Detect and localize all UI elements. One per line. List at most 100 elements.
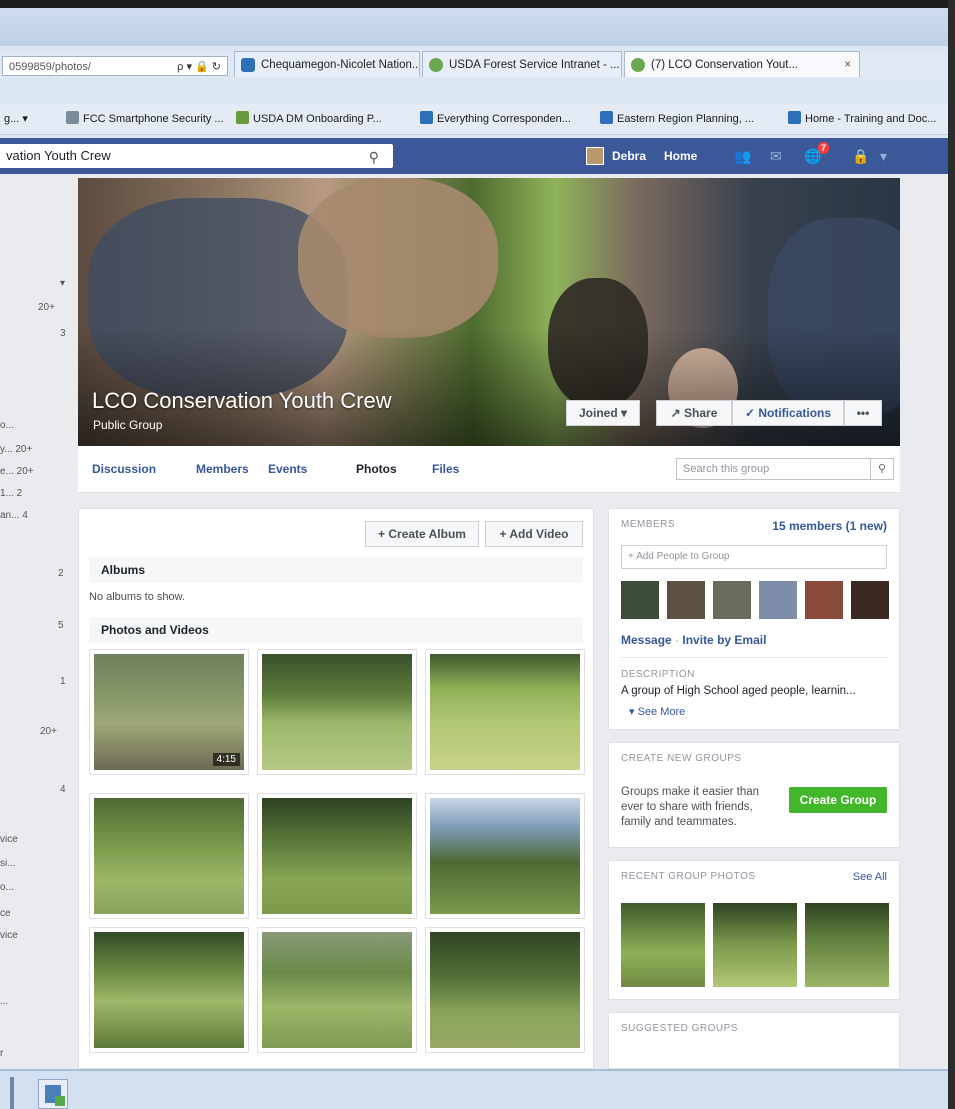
sidebar-count[interactable]: ▾ (60, 278, 65, 289)
favorite-item[interactable]: Everything Corresponden... (420, 110, 571, 128)
sidebar-count[interactable]: 20+ (40, 726, 57, 737)
account-menu-chevron-down-icon[interactable]: ▾ (880, 148, 898, 164)
group-search-input[interactable]: Search this group ⚲ (676, 458, 894, 480)
sidebar-item[interactable]: o... (0, 882, 14, 893)
profile-link[interactable]: Debra (612, 138, 646, 174)
tab-close-icon[interactable]: × (844, 52, 851, 77)
sidebar-item[interactable]: ce (0, 908, 11, 919)
address-bar[interactable]: 0599859/photos/ ρ ▾ 🔒 ↻ (2, 56, 228, 76)
cover-photo[interactable]: LCO Conservation Youth Crew Public Group… (78, 178, 900, 446)
recent-photo[interactable] (805, 903, 889, 987)
tab-files[interactable]: Files (432, 446, 459, 492)
message-link[interactable]: Message (621, 633, 672, 647)
more-options-button[interactable]: ••• (844, 400, 882, 426)
tab-events[interactable]: Events (268, 446, 307, 492)
sidebar-count[interactable]: 20+ (38, 302, 55, 313)
recent-photo[interactable] (713, 903, 797, 987)
notifications-button[interactable]: ✓ Notifications (732, 400, 844, 426)
no-albums-text: No albums to show. (89, 591, 185, 603)
sidebar-item[interactable]: vice (0, 930, 18, 941)
create-group-button[interactable]: Create Group (789, 787, 887, 813)
address-tools-icon[interactable]: ρ ▾ 🔒 ↻ (177, 57, 221, 75)
add-people-input[interactable]: + Add People to Group (621, 545, 887, 569)
separator: · (675, 633, 680, 647)
favorites-bar: g... ▾ FCC Smartphone Security ... USDA … (0, 104, 948, 135)
group-search-placeholder: Search this group (683, 463, 770, 475)
member-avatar[interactable] (621, 581, 659, 619)
member-avatar[interactable] (759, 581, 797, 619)
create-groups-card: CREATE NEW GROUPS Groups make it easier … (608, 742, 900, 848)
taskbar-app-icon[interactable] (38, 1079, 68, 1109)
sidebar-item[interactable]: si... (0, 858, 16, 869)
avatar[interactable] (586, 147, 604, 165)
photo-thumbnail[interactable] (257, 793, 417, 919)
photo-thumbnail[interactable] (257, 649, 417, 775)
browser-tab-chequamegon[interactable]: Chequamegon-Nicolet Nation... (234, 51, 420, 77)
home-link[interactable]: Home (664, 138, 697, 174)
favorite-item[interactable]: g... ▾ (4, 110, 28, 128)
joined-button[interactable]: Joined ▾ (566, 400, 640, 426)
sidebar-count[interactable]: 2 (58, 568, 64, 579)
thumbnail-image (430, 654, 580, 770)
share-button[interactable]: ↗ Share (656, 400, 732, 426)
favorite-item[interactable]: FCC Smartphone Security ... (66, 110, 224, 128)
sidebar-count[interactable]: 4 (60, 784, 66, 795)
sidebar-count[interactable]: o... (0, 420, 14, 431)
sidebar-item[interactable]: r (0, 1048, 3, 1059)
privacy-shortcuts-icon[interactable]: 🔒 (852, 148, 870, 164)
video-thumbnail[interactable]: 4:15 (89, 649, 249, 775)
members-count-link[interactable]: 15 members (1 new) (772, 519, 887, 533)
browser-tab-lco[interactable]: (7) LCO Conservation Yout... × (624, 51, 860, 77)
cover-gradient (78, 328, 900, 446)
sidebar-count[interactable]: e... 20+ (0, 466, 34, 477)
member-avatar[interactable] (667, 581, 705, 619)
see-all-link[interactable]: See All (853, 871, 887, 883)
tab-favicon-icon (631, 58, 645, 72)
tab-members[interactable]: Members (196, 446, 249, 492)
thumbnail-image (262, 932, 412, 1048)
sidebar-count[interactable]: 1 (60, 676, 66, 687)
tab-label: (7) LCO Conservation Yout... (651, 59, 799, 71)
invite-by-email-link[interactable]: Invite by Email (682, 633, 766, 647)
browser-tab-usda[interactable]: USDA Forest Service Intranet - ... (422, 51, 622, 77)
favorite-item[interactable]: Eastern Region Planning, ... (600, 110, 754, 128)
favorite-icon (600, 111, 613, 124)
sidebar-count[interactable]: 1... 2 (0, 488, 22, 499)
sidebar-count[interactable]: y... 20+ (0, 444, 32, 455)
sidebar-count[interactable]: 5 (58, 620, 64, 631)
sidebar-item[interactable]: ... (0, 996, 8, 1007)
sidebar-item[interactable]: vice (0, 834, 18, 845)
favorite-icon (420, 111, 433, 124)
tab-discussion[interactable]: Discussion (92, 446, 156, 492)
favorite-item[interactable]: Home - Training and Doc... (788, 110, 936, 128)
photo-thumbnail[interactable] (425, 793, 585, 919)
fb-search-input[interactable]: vation Youth Crew ⚲ (0, 144, 393, 168)
members-card: MEMBERS 15 members (1 new) + Add People … (608, 508, 900, 730)
fb-search-value: vation Youth Crew (6, 148, 111, 163)
member-avatar[interactable] (851, 581, 889, 619)
photo-thumbnail[interactable] (257, 927, 417, 1053)
sidebar-count[interactable]: 3 (60, 328, 66, 339)
photo-thumbnail[interactable] (425, 649, 585, 775)
sidebar-count[interactable]: an... 4 (0, 510, 28, 521)
member-avatar[interactable] (713, 581, 751, 619)
add-video-button[interactable]: + Add Video (485, 521, 583, 547)
recent-photo[interactable] (621, 903, 705, 987)
search-icon[interactable]: ⚲ (870, 459, 893, 479)
favorite-label: FCC Smartphone Security ... (83, 113, 224, 125)
search-icon[interactable]: ⚲ (369, 145, 379, 169)
favorite-icon (788, 111, 801, 124)
photo-thumbnail[interactable] (425, 927, 585, 1053)
favorite-item[interactable]: USDA DM Onboarding P... (236, 110, 382, 128)
see-more-link[interactable]: ▾ See More (629, 705, 685, 718)
tab-photos[interactable]: Photos (356, 446, 397, 492)
photo-thumbnail[interactable] (89, 793, 249, 919)
friend-requests-icon[interactable]: 👥 (734, 148, 752, 164)
messages-icon[interactable]: ✉ (770, 148, 788, 164)
member-avatar[interactable] (805, 581, 843, 619)
create-album-button[interactable]: + Create Album (365, 521, 479, 547)
photo-thumbnail[interactable] (89, 927, 249, 1053)
group-name[interactable]: LCO Conservation Youth Crew (92, 388, 392, 414)
app-badge-icon (55, 1096, 65, 1106)
screen-edge (948, 0, 955, 1109)
